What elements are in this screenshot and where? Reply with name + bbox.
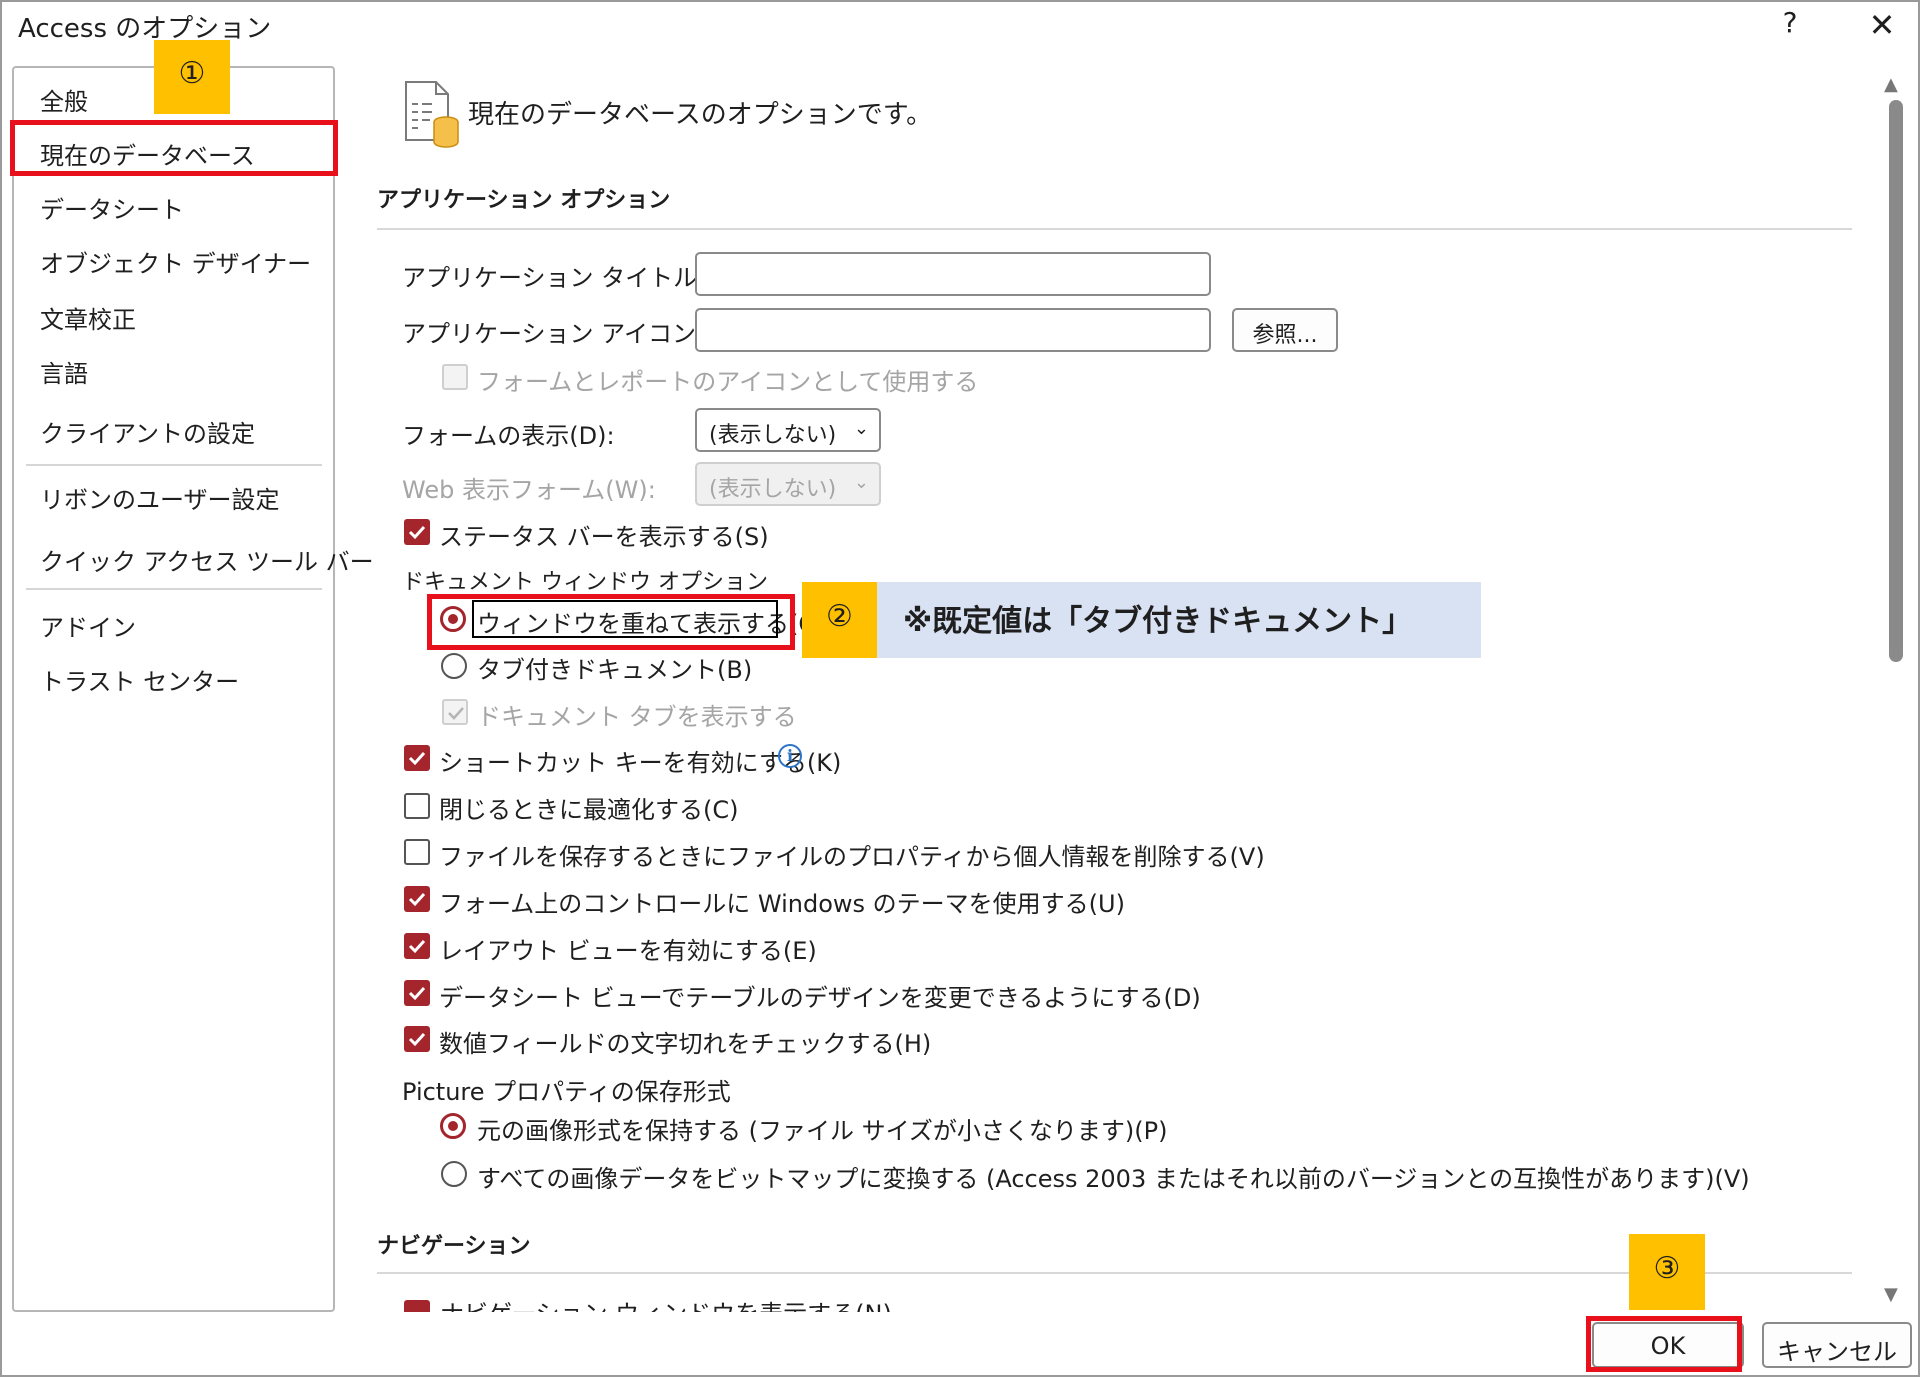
app-icon-input[interactable] xyxy=(695,308,1211,352)
sidebar-divider xyxy=(26,588,322,590)
app-title-input[interactable] xyxy=(695,252,1211,296)
callout-step-2: ② xyxy=(802,582,877,658)
sidebar: 全般 現在のデータベース データシート オブジェクト デザイナー 文章校正 言語… xyxy=(12,66,374,1312)
sidebar-item-add-ins[interactable]: アドイン xyxy=(40,608,136,643)
checkmark-icon xyxy=(408,986,426,1001)
checkmark-icon xyxy=(408,751,426,766)
status-bar-label: ステータス バーを表示する(S) xyxy=(439,523,769,551)
status-bar-checkbox[interactable] xyxy=(404,519,430,545)
display-form-label: フォームの表示(D): xyxy=(402,422,615,450)
navigation-pane-row: ナビゲーション ウィンドウを表示する(N) xyxy=(402,1296,902,1312)
browse-button[interactable]: 参照... xyxy=(1232,308,1338,352)
scrollbar-thumb[interactable] xyxy=(1889,100,1903,662)
info-icon[interactable]: i xyxy=(778,744,802,768)
help-button[interactable]: ? xyxy=(1772,6,1808,42)
overlapping-highlight-box xyxy=(427,594,795,650)
sidebar-divider xyxy=(26,464,322,466)
window-title: Access のオプション xyxy=(18,14,272,44)
scroll-down-arrow-icon[interactable]: ▼ xyxy=(1884,1284,1898,1305)
checkmark-icon xyxy=(408,525,426,540)
tabbed-documents-label: タブ付きドキュメント(B) xyxy=(477,656,753,684)
remove-personal-info-label: ファイルを保存するときにファイルのプロパティから個人情報を削除する(V) xyxy=(439,843,1265,871)
sidebar-item-quick-access-toolbar[interactable]: クイック アクセス ツール バー xyxy=(40,542,374,577)
compact-on-close-checkbox[interactable] xyxy=(404,793,430,819)
document-tabs-label: ドキュメント タブを表示する xyxy=(477,703,797,731)
section-title-application-options: アプリケーション オプション xyxy=(377,188,671,213)
sidebar-item-client-settings[interactable]: クライアントの設定 xyxy=(40,414,255,449)
database-options-icon xyxy=(405,81,459,148)
app-title-label: アプリケーション タイトル(T): xyxy=(402,264,739,292)
use-as-icon-checkbox[interactable] xyxy=(442,364,468,390)
web-form-select[interactable]: (表示しない) ⌄ xyxy=(695,462,881,506)
sidebar-item-language[interactable]: 言語 xyxy=(40,354,88,389)
layout-view-checkbox[interactable] xyxy=(404,933,430,959)
chevron-down-icon: ⌄ xyxy=(853,472,869,493)
document-window-options-label: ドキュメント ウィンドウ オプション xyxy=(402,570,768,595)
numeric-truncation-label: 数値フィールドの文字切れをチェックする(H) xyxy=(439,1030,932,1058)
compact-on-close-label: 閉じるときに最適化する(C) xyxy=(439,796,739,824)
picture-format-label: Picture プロパティの保存形式 xyxy=(402,1078,731,1106)
ok-highlight-box xyxy=(1586,1316,1742,1372)
sidebar-item-customize-ribbon[interactable]: リボンのユーザー設定 xyxy=(40,480,280,515)
checkmark-icon xyxy=(408,939,426,954)
windows-theme-checkbox[interactable] xyxy=(404,886,430,912)
callout-step-3: ③ xyxy=(1629,1234,1705,1310)
close-button[interactable]: ✕ xyxy=(1862,6,1902,46)
convert-bitmap-label: すべての画像データをビットマップに変換する (Access 2003 またはそれ… xyxy=(477,1165,1750,1193)
checkmark-icon xyxy=(408,1032,426,1047)
numeric-truncation-checkbox[interactable] xyxy=(404,1026,430,1052)
title-bar: Access のオプション ? ✕ xyxy=(2,2,1918,54)
web-form-label: Web 表示フォーム(W): xyxy=(402,476,656,504)
cancel-button[interactable]: キャンセル xyxy=(1762,1322,1912,1368)
preserve-format-label: 元の画像形式を保持する (ファイル サイズが小さくなります)(P) xyxy=(477,1117,1168,1145)
options-dialog: Access のオプション ? ✕ 全般 現在のデータベース データシート オブ… xyxy=(0,0,1920,1377)
windows-theme-label: フォーム上のコントロールに Windows のテーマを使用する(U) xyxy=(439,890,1125,918)
section-divider xyxy=(377,228,1852,230)
use-as-icon-label: フォームとレポートのアイコンとして使用する xyxy=(477,368,979,396)
sidebar-item-datasheet[interactable]: データシート xyxy=(40,190,184,225)
web-form-value: (表示しない) xyxy=(709,477,837,502)
sidebar-item-object-designers[interactable]: オブジェクト デザイナー xyxy=(40,244,311,279)
checkmark-icon xyxy=(448,707,464,720)
tabbed-documents-radio[interactable] xyxy=(441,653,467,679)
layout-view-label: レイアウト ビューを有効にする(E) xyxy=(439,937,817,965)
page-description: 現在のデータベースのオプションです。 xyxy=(468,100,933,130)
display-form-value: (表示しない) xyxy=(709,423,837,448)
checkmark-icon xyxy=(408,892,426,907)
sidebar-item-proofing[interactable]: 文章校正 xyxy=(40,300,136,335)
display-form-select[interactable]: (表示しない) ⌄ xyxy=(695,408,881,452)
scroll-up-arrow-icon[interactable]: ▲ xyxy=(1884,74,1898,95)
selected-item-highlight xyxy=(10,120,338,176)
sidebar-item-general[interactable]: 全般 xyxy=(40,82,88,117)
callout-default-note: ※既定値は「タブ付きドキュメント」 xyxy=(877,582,1481,658)
sidebar-item-trust-center[interactable]: トラスト センター xyxy=(40,662,239,697)
app-icon-label: アプリケーション アイコン(I): xyxy=(402,320,730,348)
chevron-down-icon: ⌄ xyxy=(853,418,869,439)
shortcut-keys-checkbox[interactable] xyxy=(404,745,430,771)
show-navigation-pane-checkbox[interactable] xyxy=(404,1300,430,1312)
callout-step-1: ① xyxy=(154,40,230,114)
preserve-format-radio[interactable] xyxy=(440,1113,466,1139)
remove-personal-info-checkbox[interactable] xyxy=(404,839,430,865)
document-tabs-checkbox[interactable] xyxy=(442,699,468,725)
datasheet-design-label: データシート ビューでテーブルのデザインを変更できるようにする(D) xyxy=(439,984,1201,1012)
convert-bitmap-radio[interactable] xyxy=(441,1161,467,1187)
datasheet-design-checkbox[interactable] xyxy=(404,980,430,1006)
section-title-navigation: ナビゲーション xyxy=(377,1234,531,1259)
show-navigation-pane-label: ナビゲーション ウィンドウを表示する(N) xyxy=(440,1296,892,1312)
